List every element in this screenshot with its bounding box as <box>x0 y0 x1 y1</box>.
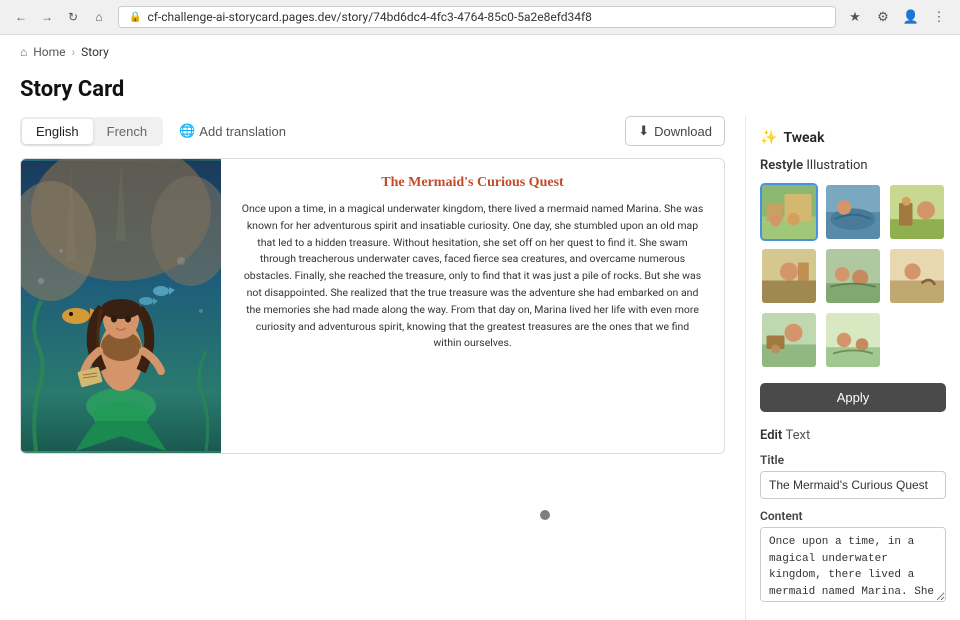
main-layout: English French 🌐 Add translation ⬇ Downl… <box>0 116 960 620</box>
browser-icons: ★ ⚙ 👤 ⋮ <box>844 6 950 28</box>
tweak-panel: ✨ Tweak Restyle Illustration <box>745 116 960 620</box>
illustration-thumb-2[interactable] <box>824 183 882 241</box>
edit-text-header: Edit Text <box>760 428 946 443</box>
content-textarea[interactable] <box>760 527 946 602</box>
download-icon: ⬇ <box>638 123 649 139</box>
nav-buttons: ← → ↻ ⌂ <box>10 6 110 28</box>
home-button[interactable]: ⌂ <box>88 6 110 28</box>
star-icon[interactable]: ★ <box>844 6 866 28</box>
home-icon: ⌂ <box>20 45 27 59</box>
edit-text-section: Edit Text Title Content <box>760 428 946 606</box>
story-card-frame: The Mermaid's Curious Quest Once upon a … <box>20 158 725 454</box>
menu-icon[interactable]: ⋮ <box>928 6 950 28</box>
url-text: cf-challenge-ai-storycard.pages.dev/stor… <box>147 10 591 24</box>
title-field-label: Title <box>760 453 946 467</box>
download-button[interactable]: ⬇ Download <box>625 116 725 146</box>
wand-icon: ✨ <box>760 130 777 146</box>
story-text-area: The Mermaid's Curious Quest Once upon a … <box>221 159 724 453</box>
content-field-label: Content <box>760 509 946 523</box>
lang-tab-english[interactable]: English <box>22 119 93 144</box>
illustration-thumb-5[interactable] <box>824 247 882 305</box>
illustration-thumb-4[interactable] <box>760 247 818 305</box>
forward-button[interactable]: → <box>36 6 58 28</box>
profile-icon[interactable]: 👤 <box>900 6 922 28</box>
illustration-thumb-6[interactable] <box>888 247 946 305</box>
back-button[interactable]: ← <box>10 6 32 28</box>
page-content: ⌂ Home › Story Story Card English French… <box>0 35 960 620</box>
restyle-header: Restyle Illustration <box>760 158 946 173</box>
story-card-body: Once upon a time, in a magical underwate… <box>241 201 704 352</box>
page-title: Story Card <box>0 69 960 116</box>
breadcrumb: ⌂ Home › Story <box>0 35 960 69</box>
breadcrumb-sep: › <box>72 45 76 59</box>
breadcrumb-home[interactable]: Home <box>33 45 65 59</box>
lang-tabs: English French <box>20 117 163 146</box>
browser-chrome: ← → ↻ ⌂ 🔒 cf-challenge-ai-storycard.page… <box>0 0 960 35</box>
apply-button[interactable]: Apply <box>760 383 946 412</box>
address-bar[interactable]: 🔒 cf-challenge-ai-storycard.pages.dev/st… <box>118 6 836 28</box>
reload-button[interactable]: ↻ <box>62 6 84 28</box>
lang-tab-french[interactable]: French <box>93 119 161 144</box>
toolbar: English French 🌐 Add translation ⬇ Downl… <box>20 116 725 146</box>
illustration-thumb-8[interactable] <box>824 311 882 369</box>
extension-icon[interactable]: ⚙ <box>872 6 894 28</box>
story-illustration <box>21 159 221 453</box>
lock-icon: 🔒 <box>129 12 141 23</box>
story-panel: English French 🌐 Add translation ⬇ Downl… <box>0 116 745 620</box>
story-card-title: The Mermaid's Curious Quest <box>241 175 704 191</box>
illustration-grid <box>760 183 946 369</box>
add-translation-button[interactable]: 🌐 Add translation <box>169 118 296 144</box>
breadcrumb-story: Story <box>81 45 109 59</box>
tweak-header: ✨ Tweak <box>760 130 946 146</box>
translate-icon: 🌐 <box>179 123 195 139</box>
illustration-thumb-3[interactable] <box>888 183 946 241</box>
illustration-thumb-7[interactable] <box>760 311 818 369</box>
illustration-thumb-1[interactable] <box>760 183 818 241</box>
title-input[interactable] <box>760 471 946 499</box>
